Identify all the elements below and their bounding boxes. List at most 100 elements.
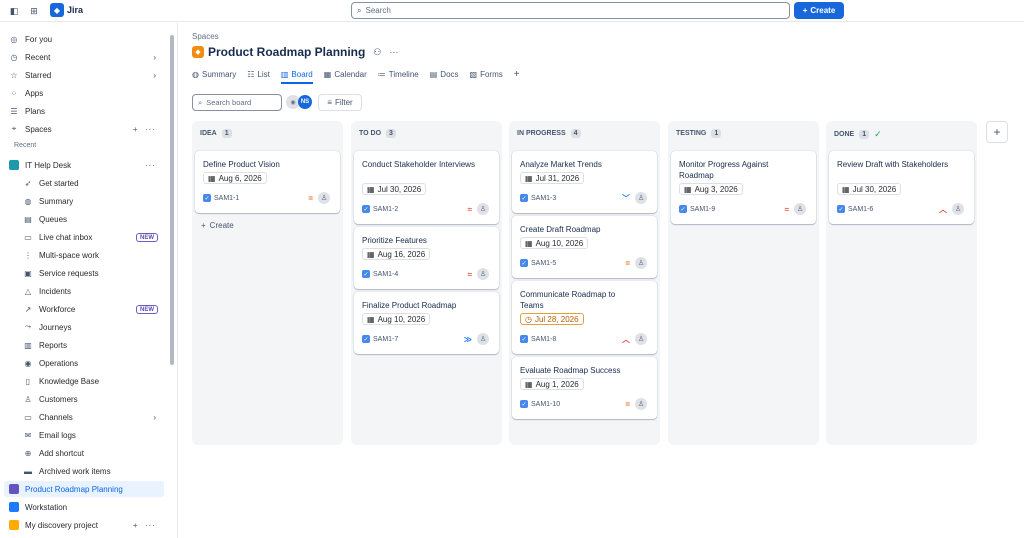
priority-highest-icon[interactable]: ≈ — [468, 205, 472, 214]
sidebar-item-add-shortcut[interactable]: ⊕ Add shortcut — [18, 445, 164, 461]
board-search-input[interactable]: ⌕ Search board — [192, 94, 282, 111]
issue-key[interactable]: SAM1-2 — [373, 206, 398, 213]
app-name[interactable]: Jira — [67, 5, 83, 15]
tab-summary[interactable]: ◍ Summary — [192, 66, 236, 82]
assignee-avatar-icon[interactable]: ♙ — [477, 333, 489, 345]
board-card[interactable]: Create Draft Roadmap ▦ Aug 10, 2026 ✓ SAM1-5… — [512, 216, 657, 278]
more-actions-icon[interactable]: ··· — [389, 47, 398, 57]
sidebar-item-workforce[interactable]: ↗ Workforce NEW — [18, 301, 164, 317]
breadcrumb[interactable]: Spaces — [192, 32, 219, 41]
issue-key[interactable]: SAM1-10 — [531, 401, 560, 408]
spaces-actions[interactable]: + ··· — [133, 125, 156, 134]
assignee-avatar-icon[interactable]: ♙ — [477, 268, 489, 280]
sidebar-item-customers[interactable]: ♙ Customers — [18, 391, 164, 407]
assignee-avatar-icon[interactable]: ♙ — [635, 192, 647, 204]
project-actions[interactable]: + ··· — [133, 521, 156, 530]
sidebar-item-live-chat-inbox[interactable]: ▭ Live chat inbox NEW — [18, 229, 164, 245]
due-date-badge[interactable]: ▦ Aug 10, 2026 — [520, 237, 589, 249]
sidebar-item-workstation[interactable]: Workstation — [4, 499, 164, 515]
due-date-badge[interactable]: ▦ Jul 30, 2026 — [362, 183, 427, 195]
due-date-badge[interactable]: ▦ Aug 16, 2026 — [362, 248, 431, 260]
tab-calendar[interactable]: ▦ Calendar — [324, 66, 367, 82]
issue-key[interactable]: SAM1-7 — [373, 336, 398, 343]
priority-medium-icon[interactable]: = — [308, 194, 313, 203]
assignee-avatar-icon[interactable]: ♙ — [318, 192, 330, 204]
sidebar-item-email-logs[interactable]: ✉ Email logs — [18, 427, 164, 443]
sidebar-item-recent[interactable]: ◷ Recent › — [4, 49, 164, 65]
board-card[interactable]: Monitor Progress Against Roadmap ▦ Aug 3, … — [671, 151, 816, 224]
tab-list[interactable]: ☷ List — [247, 66, 270, 82]
issue-key[interactable]: SAM1-8 — [531, 336, 556, 343]
assignee-avatar-icon[interactable]: ♙ — [635, 398, 647, 410]
sidebar-item-it-help-desk[interactable]: IT Help Desk ··· — [4, 157, 164, 173]
sidebar-item-get-started[interactable]: ➶ Get started — [18, 175, 164, 191]
column-header[interactable]: IDEA 1 — [200, 129, 232, 138]
priority-highest-icon[interactable]: ≈ — [785, 205, 789, 214]
jira-logo-icon[interactable]: ◆ — [50, 3, 64, 17]
avatar-ns[interactable]: NS — [298, 95, 312, 109]
due-date-badge[interactable]: ◷ Jul 28, 2026 — [520, 313, 584, 325]
tab-docs[interactable]: ▤ Docs — [430, 66, 459, 82]
priority-high-icon[interactable]: ︿ — [939, 204, 947, 215]
sidebar-item-starred[interactable]: ☆ Starred › — [4, 67, 164, 83]
global-search-input[interactable]: ⌕ Search — [351, 2, 790, 19]
issue-key[interactable]: SAM1-6 — [848, 206, 873, 213]
due-date-badge[interactable]: ▦ Aug 3, 2026 — [679, 183, 743, 195]
sidebar-item-operations[interactable]: ◉ Operations — [18, 355, 164, 371]
priority-lowest-icon[interactable]: ≫ — [464, 335, 472, 344]
more-actions-icon[interactable]: ··· — [145, 161, 156, 170]
tab-forms[interactable]: ▧ Forms — [470, 66, 503, 82]
add-column-button[interactable]: + — [986, 121, 1008, 143]
priority-high-icon[interactable]: ︿ — [622, 334, 630, 345]
add-tab-button[interactable]: + — [514, 69, 520, 80]
sidebar-item-journeys[interactable]: ⤳ Journeys — [18, 319, 164, 335]
sidebar-item-my-discovery-project[interactable]: My discovery project + ··· — [4, 517, 164, 533]
board-card[interactable]: Prioritize Features ▦ Aug 16, 2026 ✓ SAM1-4 ≈… — [354, 227, 499, 289]
tab-timeline[interactable]: ≔ Timeline — [378, 66, 419, 82]
assignee-avatar-icon[interactable]: ♙ — [794, 203, 806, 215]
assignee-avatar-icon[interactable]: ♙ — [952, 203, 964, 215]
create-card-button[interactable]: + Create — [201, 221, 234, 230]
sidebar-item-product-roadmap-planning[interactable]: Product Roadmap Planning — [4, 481, 164, 497]
column-header[interactable]: IN PROGRESS 4 — [517, 129, 581, 138]
column-header[interactable]: TESTING 1 — [676, 129, 722, 138]
chevron-right-icon[interactable]: › — [153, 71, 156, 80]
sidebar-item-apps[interactable]: ⁘ Apps — [4, 85, 164, 101]
board-card[interactable]: Evaluate Roadmap Success ▦ Aug 1, 2026 ✓ SAM… — [512, 357, 657, 419]
sidebar-toggle-icon[interactable]: ◧ — [7, 4, 21, 18]
due-date-badge[interactable]: ▦ Aug 1, 2026 — [520, 378, 584, 390]
sidebar-scrollbar[interactable] — [170, 35, 174, 365]
priority-low-icon[interactable]: ﹀ — [622, 193, 630, 204]
issue-key[interactable]: SAM1-4 — [373, 271, 398, 278]
board-card[interactable]: Review Draft with Stakeholders ▦ Jul 30, 2… — [829, 151, 974, 224]
assignee-avatar-icon[interactable]: ♙ — [477, 203, 489, 215]
priority-medium-icon[interactable]: = — [625, 400, 630, 409]
sidebar-item-service-requests[interactable]: ▣ Service requests — [18, 265, 164, 281]
sidebar-item-for-you[interactable]: ◎ For you — [4, 31, 164, 47]
issue-key[interactable]: SAM1-3 — [531, 195, 556, 202]
chevron-right-icon[interactable]: › — [153, 413, 156, 422]
due-date-badge[interactable]: ▦ Jul 31, 2026 — [520, 172, 585, 184]
team-icon[interactable]: ⚇ — [373, 47, 381, 58]
column-header[interactable]: TO DO 3 — [359, 129, 396, 138]
board-card[interactable]: Define Product Vision ▦ Aug 6, 2026 ✓ SAM1-1… — [195, 151, 340, 213]
board-card[interactable]: Finalize Product Roadmap ▦ Aug 10, 2026 ✓ SA… — [354, 292, 499, 354]
sidebar-item-spaces[interactable]: ⌖ Spaces + ··· — [4, 121, 164, 137]
board-card[interactable]: Conduct Stakeholder Interviews ▦ Jul 30, 2… — [354, 151, 499, 224]
sidebar-item-incidents[interactable]: △ Incidents — [18, 283, 164, 299]
issue-key[interactable]: SAM1-1 — [214, 195, 239, 202]
filter-button[interactable]: ≡ Filter — [318, 94, 362, 111]
assignee-avatar-icon[interactable]: ♙ — [635, 257, 647, 269]
priority-highest-icon[interactable]: ≈ — [468, 270, 472, 279]
due-date-badge[interactable]: ▦ Jul 30, 2026 — [837, 183, 902, 195]
issue-key[interactable]: SAM1-9 — [690, 206, 715, 213]
sidebar-item-multi-space-work[interactable]: ⋮ Multi-space work — [18, 247, 164, 263]
app-switcher-icon[interactable]: ⊞ — [27, 4, 41, 18]
chevron-right-icon[interactable]: › — [153, 53, 156, 62]
sidebar-item-summary[interactable]: ◍ Summary — [18, 193, 164, 209]
sidebar-item-reports[interactable]: ▥ Reports — [18, 337, 164, 353]
tab-board[interactable]: ▥ Board — [280, 66, 313, 84]
due-date-badge[interactable]: ▦ Aug 10, 2026 — [362, 313, 431, 325]
sidebar-item-knowledge-base[interactable]: ▯ Knowledge Base — [18, 373, 164, 389]
sidebar-item-archived-work-items[interactable]: ▬ Archived work items — [18, 463, 164, 479]
